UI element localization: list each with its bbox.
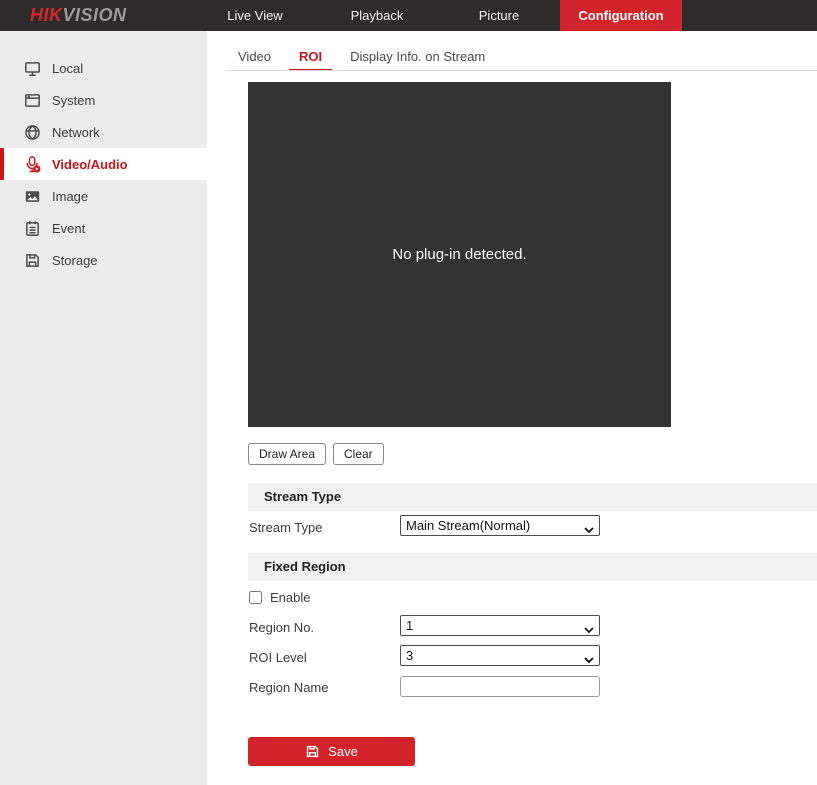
stream-type-section-header: Stream Type (248, 483, 817, 511)
stream-type-label: Stream Type (249, 520, 323, 535)
nav-picture[interactable]: Picture (438, 0, 560, 31)
sidebar-item-video-audio[interactable]: Video/Audio (0, 148, 207, 180)
top-bar: HIK VISION Live View Playback Picture Con… (0, 0, 817, 31)
roi-level-label: ROI Level (249, 650, 307, 665)
sidebar-item-label: Event (52, 220, 86, 236)
sidebar-item-label: Storage (52, 252, 98, 268)
stream-type-select-wrap: Main Stream(Normal) (400, 515, 600, 536)
hikvision-config-page: HIK VISION Live View Playback Picture Con… (0, 0, 817, 785)
no-plugin-message: No plug-in detected. (392, 246, 527, 263)
tabs-divider (226, 70, 817, 71)
event-icon (24, 220, 41, 237)
sidebar-item-system[interactable]: System (0, 84, 207, 116)
sidebar-item-label: Local (52, 60, 84, 76)
save-button-label: Save (328, 744, 358, 759)
logo-hik: HIK (30, 5, 63, 25)
enable-checkbox[interactable] (249, 591, 262, 604)
region-name-label: Region Name (249, 680, 329, 695)
globe-icon (24, 124, 41, 141)
microphone-icon (24, 155, 41, 173)
draw-area-button[interactable]: Draw Area (248, 443, 327, 465)
region-name-input[interactable] (400, 676, 600, 697)
content-tabs: Video ROI Display Info. on Stream (228, 44, 503, 71)
tab-roi[interactable]: ROI (289, 44, 333, 71)
enable-label: Enable (270, 590, 311, 605)
monitor-icon (24, 60, 41, 77)
roi-level-select[interactable]: 3 (400, 645, 600, 666)
tab-video[interactable]: Video (228, 44, 281, 71)
fixed-region-section-header: Fixed Region (248, 553, 817, 581)
top-navigation: Live View Playback Picture Configuration (194, 0, 682, 31)
sidebar-item-label: Video/Audio (52, 156, 128, 172)
nav-playback[interactable]: Playback (316, 0, 438, 31)
region-no-label: Region No. (249, 620, 315, 635)
sidebar-item-event[interactable]: Event (0, 212, 207, 244)
sidebar-item-storage[interactable]: Storage (0, 244, 207, 276)
sidebar-item-label: System (52, 92, 96, 108)
clear-button[interactable]: Clear (333, 443, 384, 465)
stream-type-select[interactable]: Main Stream(Normal) (400, 515, 600, 536)
logo-vision: VISION (62, 5, 127, 25)
storage-icon (24, 252, 41, 269)
tab-display-info-on-stream[interactable]: Display Info. on Stream (340, 44, 495, 71)
sidebar-item-network[interactable]: Network (0, 116, 207, 148)
sidebar-item-local[interactable]: Local (0, 52, 207, 84)
save-icon (305, 744, 320, 759)
region-no-select-wrap: 1 (400, 615, 600, 636)
nav-live-view[interactable]: Live View (194, 0, 316, 31)
image-icon (24, 188, 41, 205)
sidebar-item-label: Image (52, 188, 89, 204)
nav-configuration[interactable]: Configuration (560, 0, 682, 31)
hikvision-logo: HIK VISION (30, 0, 127, 31)
roi-level-select-wrap: 3 (400, 645, 600, 666)
video-preview-area[interactable]: No plug-in detected. (248, 82, 671, 427)
sidebar-item-label: Network (52, 124, 100, 140)
sidebar: Local System Network Video/Audio Image E… (0, 31, 207, 785)
sidebar-item-image[interactable]: Image (0, 180, 207, 212)
save-button[interactable]: Save (248, 737, 415, 766)
region-no-select[interactable]: 1 (400, 615, 600, 636)
window-icon (24, 92, 41, 109)
